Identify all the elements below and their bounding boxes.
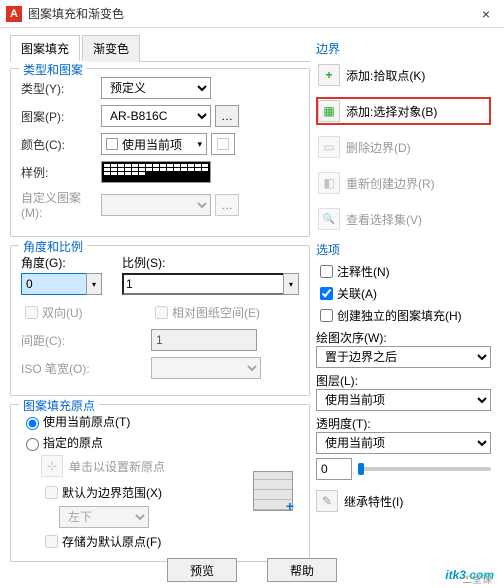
default-extent-checkbox: [45, 486, 58, 499]
transparency-label: 透明度(T):: [316, 415, 491, 432]
associative-label: 关联(A): [337, 285, 377, 302]
origin-current-radio[interactable]: [26, 417, 39, 430]
scale-label: 比例(S):: [122, 254, 299, 271]
angle-input[interactable]: [21, 273, 86, 295]
spacing-input: [151, 329, 257, 351]
double-label: 双向(U): [42, 304, 83, 321]
layer-label: 图层(L):: [316, 372, 491, 389]
set-origin-icon: [41, 455, 63, 477]
group-title: 图案填充原点: [19, 397, 99, 414]
click-set-label: 单击以设置新原点: [69, 458, 165, 475]
color-select[interactable]: 使用当前项: [101, 133, 207, 155]
add-select-button[interactable]: 添加:选择对象(B): [346, 103, 489, 120]
type-label: 类型(Y):: [21, 80, 101, 97]
independent-checkbox[interactable]: [320, 309, 333, 322]
sample-label: 样例:: [21, 164, 101, 181]
view-selection-button: 查看选择集(V): [346, 211, 489, 228]
double-checkbox: [25, 306, 38, 319]
extent-select: 左下: [59, 506, 149, 528]
annotative-label: 注释性(N): [337, 263, 390, 280]
origin-current-label: 使用当前原点(T): [43, 413, 130, 430]
transparency-slider[interactable]: [358, 467, 491, 471]
annotative-checkbox[interactable]: [320, 265, 333, 278]
sample-swatch[interactable]: [101, 161, 211, 183]
help-button[interactable]: 帮助: [267, 558, 337, 582]
spacing-label: 间距(C):: [21, 332, 151, 349]
type-select[interactable]: 预定义: [101, 77, 211, 99]
options-title: 选项: [316, 241, 491, 258]
draw-order-label: 绘图次序(W):: [316, 329, 491, 346]
store-default-checkbox: [45, 535, 58, 548]
custom-browse-button: …: [215, 194, 239, 216]
transparency-select[interactable]: 使用当前项: [316, 432, 491, 454]
tab-gradient[interactable]: 渐变色: [82, 35, 140, 62]
delete-boundary-icon: [318, 136, 340, 158]
group-title: 类型和图案: [19, 61, 87, 78]
group-angle-scale: 角度和比例 角度(G): ▾ 比例(S): ▾ 双向(U) 相对图纸空间(E) …: [10, 245, 310, 396]
chevron-down-icon[interactable]: ▾: [86, 273, 102, 295]
add-pick-icon[interactable]: [318, 64, 340, 86]
paperspace-checkbox: [155, 306, 168, 319]
pattern-label: 图案(P):: [21, 108, 101, 125]
pattern-browse-button[interactable]: …: [215, 105, 239, 127]
rebuild-boundary-button: 重新创建边界(R): [346, 175, 489, 192]
app-logo-icon: A: [6, 6, 22, 22]
group-origin: 图案填充原点 使用当前原点(T) 指定的原点 单击以设置新原点 默认为边界范围(…: [10, 404, 310, 562]
view-selection-icon: [318, 208, 340, 230]
rebuild-boundary-icon: [318, 172, 340, 194]
add-pick-button[interactable]: 添加:拾取点(K): [346, 67, 489, 84]
scale-input[interactable]: [122, 273, 283, 295]
independent-label: 创建独立的图案填充(H): [337, 307, 462, 324]
paperspace-label: 相对图纸空间(E): [172, 304, 260, 321]
origin-specified-radio[interactable]: [26, 438, 39, 451]
iso-label: ISO 笔宽(O):: [21, 360, 151, 377]
footer: 预览 帮助: [0, 558, 504, 582]
inherit-button[interactable]: 继承特性(I): [344, 493, 403, 510]
transparency-input[interactable]: [316, 458, 352, 480]
angle-label: 角度(G):: [21, 254, 102, 271]
close-icon[interactable]: ×: [474, 6, 498, 22]
color-label: 颜色(C):: [21, 136, 101, 153]
group-type-pattern: 类型和图案 类型(Y): 预定义 图案(P): AR-B816C … 颜色(C)…: [10, 68, 310, 237]
iso-select: [151, 357, 261, 379]
boundary-title: 边界: [316, 40, 491, 57]
titlebar: A 图案填充和渐变色 ×: [0, 0, 504, 28]
custom-pattern-label: 自定义图案(M):: [21, 189, 101, 220]
group-title: 角度和比例: [19, 238, 87, 255]
delete-boundary-button: 删除边界(D): [346, 139, 489, 156]
origin-preview[interactable]: [253, 471, 293, 511]
draw-order-select[interactable]: 置于边界之后: [316, 346, 491, 368]
inherit-icon[interactable]: [316, 490, 338, 512]
associative-checkbox[interactable]: [320, 287, 333, 300]
custom-pattern-select: [101, 194, 211, 216]
origin-specified-label: 指定的原点: [43, 434, 103, 451]
preview-button[interactable]: 预览: [167, 558, 237, 582]
layer-select[interactable]: 使用当前项: [316, 389, 491, 411]
pattern-select[interactable]: AR-B816C: [101, 105, 211, 127]
bg-color-button[interactable]: [211, 133, 235, 155]
add-select-icon[interactable]: [318, 100, 340, 122]
chevron-down-icon[interactable]: ▾: [283, 273, 299, 295]
tab-hatch[interactable]: 图案填充: [10, 35, 80, 62]
dialog-title: 图案填充和渐变色: [28, 5, 474, 22]
tab-bar: 图案填充 渐变色: [10, 34, 310, 62]
default-extent-label: 默认为边界范围(X): [62, 484, 162, 501]
store-default-label: 存储为默认原点(F): [62, 533, 161, 550]
